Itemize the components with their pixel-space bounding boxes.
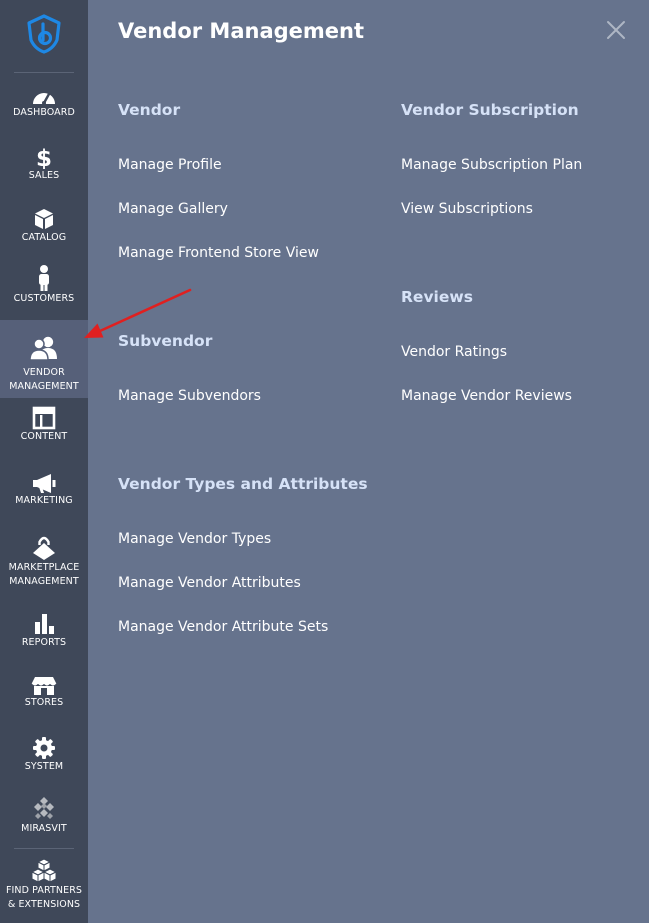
sidebar-divider: [14, 72, 74, 73]
sidebar-item-label: DASHBOARD: [13, 107, 75, 118]
sidebar-item-label-line2: & EXTENSIONS: [7, 899, 81, 910]
close-icon[interactable]: [604, 18, 628, 42]
sidebar-item-sales[interactable]: $ SALES: [0, 145, 88, 185]
link-manage-subvendors[interactable]: Manage Subvendors: [118, 386, 261, 406]
sidebar-item-label: FIND PARTNERS: [5, 885, 83, 896]
sidebar-item-label: STORES: [24, 697, 64, 708]
section-heading-vendor: Vendor: [118, 101, 181, 119]
sidebar-item-label: SALES: [28, 170, 60, 181]
sidebar-item-customers[interactable]: CUSTOMERS: [0, 264, 88, 308]
panel-title: Vendor Management: [118, 19, 365, 43]
sidebar-item-reports[interactable]: REPORTS: [0, 612, 88, 652]
section-heading-reviews: Reviews: [401, 288, 473, 306]
sidebar-item-marketing[interactable]: MARKETING: [0, 472, 88, 510]
sidebar-item-label: VENDOR: [23, 367, 65, 378]
storefront-icon: [31, 677, 57, 695]
bar-chart-icon: [35, 614, 54, 634]
section-heading-subvendor: Subvendor: [118, 332, 213, 350]
speedometer-icon: [33, 92, 55, 105]
sidebar-item-label: MIRASVIT: [21, 823, 67, 834]
megaphone-icon: [33, 474, 56, 493]
dollar-icon: $: [36, 146, 52, 169]
sidebar-item-stores[interactable]: STORES: [0, 676, 88, 714]
sidebar-item-label-line2: MANAGEMENT: [9, 381, 79, 392]
sidebar-item-label: MARKETING: [15, 495, 73, 506]
section-heading-vendor-types-attributes: Vendor Types and Attributes: [118, 475, 368, 493]
box-icon: [35, 209, 53, 229]
person-icon: [39, 265, 49, 291]
users-icon: [29, 336, 57, 361]
sidebar-item-label: CONTENT: [20, 431, 68, 442]
diamond-grid-icon: [34, 797, 54, 819]
admin-sidebar: DASHBOARD $ SALES CATALOG CUSTOMERS VEND…: [0, 0, 88, 923]
sidebar-item-mirasvit[interactable]: MIRASVIT: [0, 796, 88, 836]
link-vendor-ratings[interactable]: Vendor Ratings: [401, 342, 507, 362]
cubes-icon: [31, 858, 57, 883]
sidebar-item-label: SYSTEM: [24, 761, 64, 772]
annotation-arrow: [84, 288, 192, 338]
sidebar-divider: [14, 848, 74, 849]
sidebar-item-label: CUSTOMERS: [13, 293, 75, 304]
link-manage-subscription-plan[interactable]: Manage Subscription Plan: [401, 155, 582, 175]
svg-text:$: $: [36, 146, 52, 169]
shield-logo-icon[interactable]: [26, 14, 62, 54]
sidebar-item-content[interactable]: CONTENT: [0, 406, 88, 448]
gear-icon: [33, 737, 55, 759]
link-manage-vendor-attributes[interactable]: Manage Vendor Attributes: [118, 573, 301, 593]
sidebar-item-label: CATALOG: [21, 232, 67, 243]
link-manage-gallery[interactable]: Manage Gallery: [118, 199, 228, 219]
sidebar-item-catalog[interactable]: CATALOG: [0, 207, 88, 247]
section-heading-vendor-subscription: Vendor Subscription: [401, 101, 579, 119]
layout-icon: [32, 406, 56, 430]
sidebar-item-vendor-management[interactable]: VENDOR MANAGEMENT: [0, 320, 88, 398]
sidebar-item-label-line2: MANAGEMENT: [9, 576, 79, 587]
link-manage-vendor-types[interactable]: Manage Vendor Types: [118, 529, 271, 549]
sidebar-item-dashboard[interactable]: DASHBOARD: [0, 86, 88, 124]
link-manage-vendor-reviews[interactable]: Manage Vendor Reviews: [401, 386, 572, 406]
sidebar-item-label: REPORTS: [21, 637, 67, 648]
link-manage-frontend-store-view[interactable]: Manage Frontend Store View: [118, 243, 319, 263]
link-view-subscriptions[interactable]: View Subscriptions: [401, 199, 533, 219]
sidebar-item-marketplace-management[interactable]: MARKETPLACE MANAGEMENT: [0, 535, 88, 595]
sidebar-item-find-partners[interactable]: FIND PARTNERS & EXTENSIONS: [0, 858, 88, 914]
sidebar-item-label: MARKETPLACE: [8, 562, 80, 573]
link-manage-profile[interactable]: Manage Profile: [118, 155, 222, 175]
shopping-bag-icon: [33, 536, 55, 560]
link-manage-vendor-attribute-sets[interactable]: Manage Vendor Attribute Sets: [118, 617, 328, 637]
sidebar-item-system[interactable]: SYSTEM: [0, 736, 88, 776]
